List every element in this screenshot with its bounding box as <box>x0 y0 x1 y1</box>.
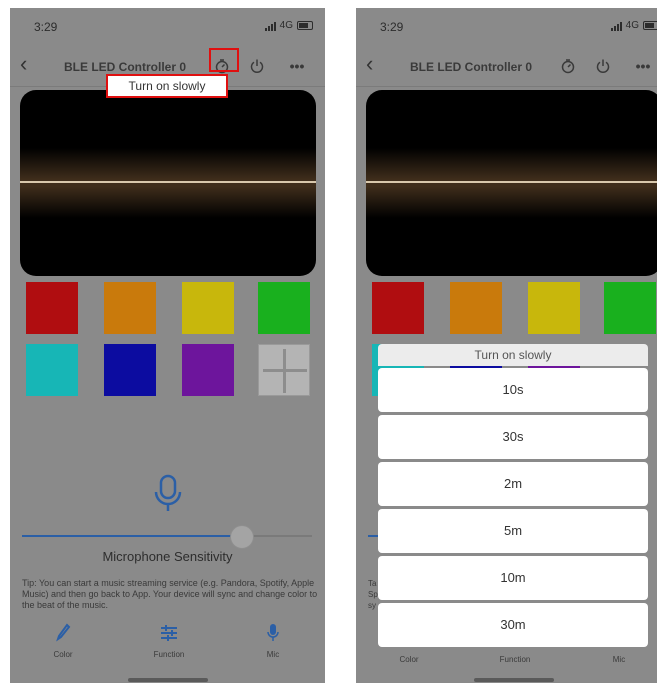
tab-function[interactable]: Function <box>480 653 550 664</box>
color-swatch[interactable] <box>104 344 156 396</box>
color-swatch[interactable] <box>182 282 234 334</box>
sheet-option[interactable]: 2m <box>378 462 648 506</box>
power-icon[interactable] <box>591 54 615 78</box>
back-button[interactable]: ‹ <box>20 52 27 76</box>
sheet-option[interactable]: 10s <box>378 368 648 412</box>
music-tip-text: Tip: You can start a music streaming ser… <box>22 578 318 610</box>
sensitivity-label: Microphone Sensitivity <box>102 549 233 564</box>
network-label: 4G <box>279 20 293 31</box>
signal-icon <box>610 21 622 31</box>
light-glow <box>20 148 316 218</box>
tip-fragment: Sp <box>368 590 378 599</box>
signal-icon <box>264 21 276 31</box>
microphone-icon <box>153 474 183 519</box>
color-swatch[interactable] <box>604 282 656 334</box>
tab-color[interactable]: Color <box>374 653 444 664</box>
status-indicators: 4G <box>264 20 313 31</box>
color-swatch[interactable] <box>528 282 580 334</box>
dropper-icon <box>56 623 71 642</box>
light-preview <box>20 90 316 276</box>
back-button[interactable]: ‹ <box>366 52 373 76</box>
sliders-icon <box>161 625 177 641</box>
color-swatch[interactable] <box>26 282 78 334</box>
sheet-option[interactable]: 10m <box>378 556 648 600</box>
turn-on-slowly-tooltip: Turn on slowly <box>106 74 228 98</box>
sheet-option[interactable]: 30s <box>378 415 648 459</box>
light-glow <box>366 148 657 218</box>
tip-fragment: Ta <box>368 579 377 588</box>
network-label: 4G <box>625 20 639 31</box>
sensitivity-slider-fill <box>22 535 252 537</box>
home-indicator <box>474 678 554 682</box>
more-icon[interactable]: ••• <box>631 54 655 78</box>
phone-screen-right: 3:29 4G ‹ BLE LED Controller 0 ••• Ta Sp… <box>356 8 657 683</box>
sensitivity-slider-track <box>252 535 312 537</box>
sheet-option[interactable]: 5m <box>378 509 648 553</box>
tab-function[interactable]: Function <box>134 623 204 659</box>
color-swatch[interactable] <box>104 282 156 334</box>
tab-label-color: Color <box>53 650 73 659</box>
tab-label-function: Function <box>499 655 531 664</box>
color-swatch[interactable] <box>182 344 234 396</box>
light-strip <box>20 181 316 183</box>
status-time: 3:29 <box>34 20 58 34</box>
home-indicator <box>128 678 208 682</box>
add-color-button[interactable] <box>258 344 310 396</box>
timer-icon[interactable] <box>556 54 580 78</box>
tab-label-color: Color <box>399 655 419 664</box>
sheet-option[interactable]: 30m <box>378 603 648 647</box>
tab-bar: Color Function Mic <box>10 623 325 675</box>
color-swatch[interactable] <box>26 344 78 396</box>
status-bar: 3:29 4G <box>356 8 657 46</box>
tab-mic[interactable]: Mic <box>238 623 308 659</box>
battery-icon <box>297 21 313 30</box>
color-swatch[interactable] <box>258 282 310 334</box>
tab-mic[interactable]: Mic <box>584 653 654 664</box>
phone-screen-left: 3:29 4G ‹ BLE LED Controller 0 ••• Turn … <box>10 8 325 683</box>
status-time: 3:29 <box>380 20 404 34</box>
color-swatch[interactable] <box>372 282 424 334</box>
page-title: BLE LED Controller 0 <box>410 60 533 74</box>
status-indicators: 4G <box>610 20 657 31</box>
timer-highlight-box <box>209 48 239 72</box>
battery-icon <box>643 21 657 30</box>
tab-color[interactable]: Color <box>28 623 98 659</box>
tip-fragment: sy <box>368 601 376 610</box>
color-swatch[interactable] <box>450 282 502 334</box>
sensitivity-slider-fill <box>368 535 378 537</box>
power-icon[interactable] <box>245 54 269 78</box>
tab-label-mic: Mic <box>612 655 626 664</box>
tab-label-mic: Mic <box>266 650 280 659</box>
tab-label-function: Function <box>153 650 185 659</box>
light-strip <box>366 181 657 183</box>
sensitivity-slider-thumb[interactable] <box>230 525 254 549</box>
action-sheet-title: Turn on slowly <box>378 344 648 366</box>
nav-bar: ‹ BLE LED Controller 0 ••• <box>356 46 657 87</box>
microphone-icon <box>267 624 279 641</box>
light-preview <box>366 90 657 276</box>
page-title: BLE LED Controller 0 <box>64 60 187 74</box>
status-bar: 3:29 4G <box>10 8 325 46</box>
more-icon[interactable]: ••• <box>285 54 309 78</box>
